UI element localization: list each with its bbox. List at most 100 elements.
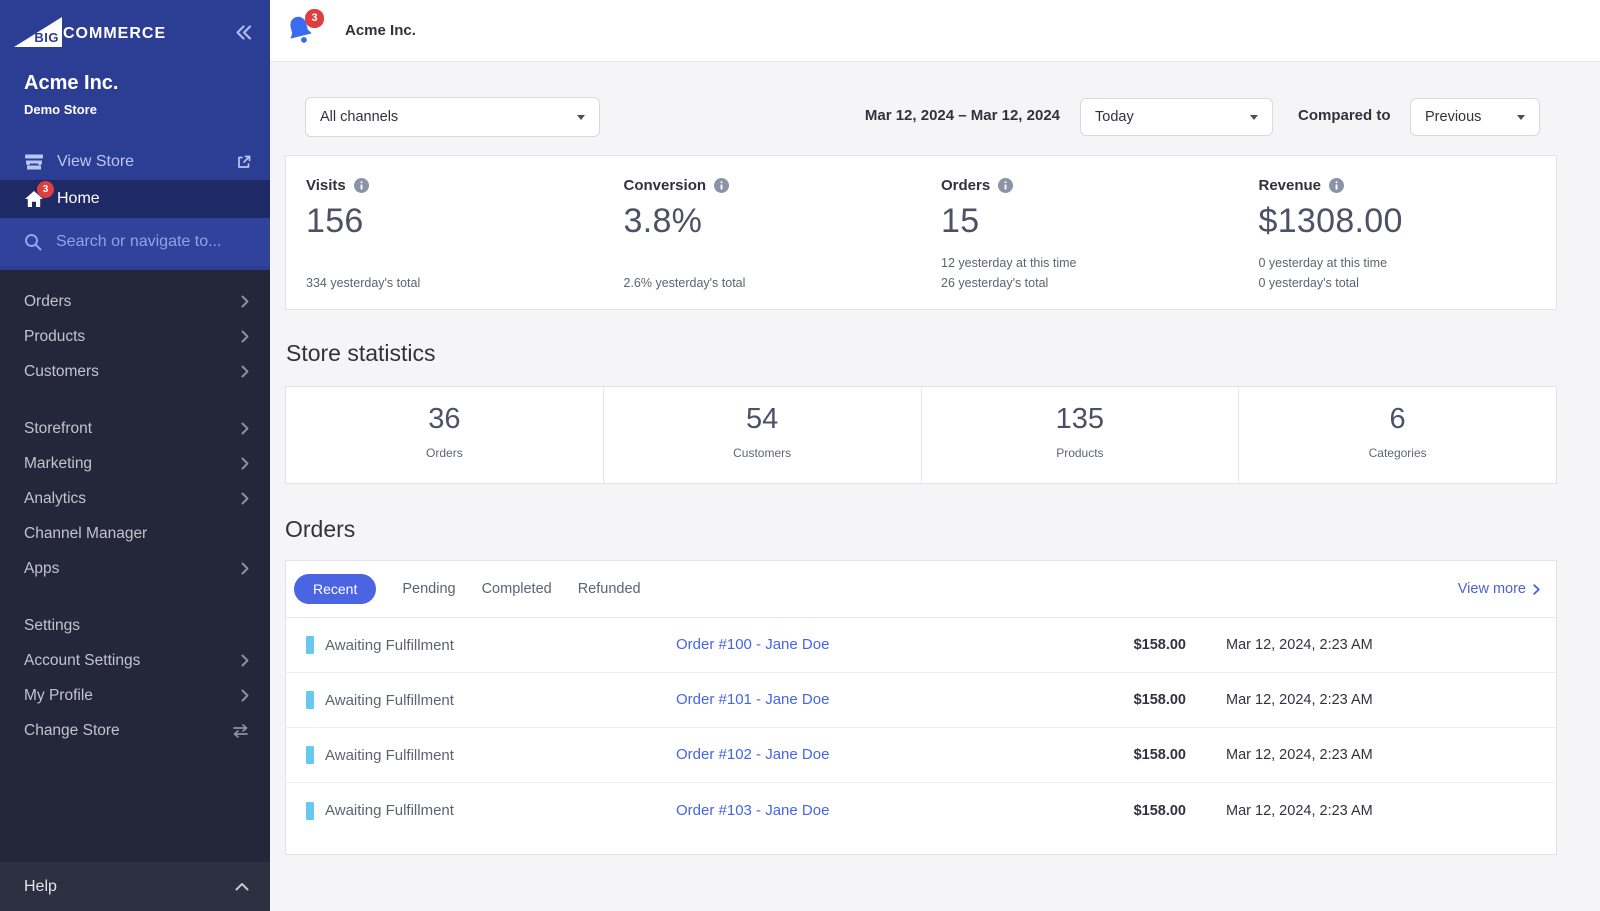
period-select[interactable]: Today [1080, 98, 1273, 136]
sidebar-item-account-settings[interactable]: Account Settings [0, 643, 270, 678]
chevron-right-icon [241, 562, 249, 575]
order-row: Awaiting Fulfillment Order #101 - Jane D… [286, 673, 1556, 728]
order-amount: $158.00 [986, 747, 1186, 763]
home-badge: 3 [37, 181, 54, 198]
view-store-label: View Store [57, 153, 134, 171]
status-indicator [306, 802, 314, 820]
store-name: Acme Inc. [24, 72, 246, 95]
sidebar-item-channel-manager[interactable]: Channel Manager [0, 516, 270, 551]
filter-row: All channels Mar 12, 2024 – Mar 12, 2024… [285, 62, 1557, 155]
notification-badge: 3 [305, 9, 324, 28]
stat-value: 135 [922, 403, 1239, 436]
stat-label: Categories [1239, 446, 1556, 460]
caret-down-icon [1517, 115, 1525, 120]
order-date: Mar 12, 2024, 2:23 AM [1186, 637, 1556, 653]
view-store-button[interactable]: View Store [0, 144, 270, 180]
sidebar: BIG COMMERCE Acme Inc. Demo Store View S… [0, 0, 270, 911]
kpi-conversion: Conversion 3.8% 2.6% yesterday's total [604, 156, 922, 309]
orders-section-title: Orders [285, 516, 1557, 543]
order-link[interactable]: Order #102 - Jane Doe [676, 746, 829, 763]
sidebar-item-products[interactable]: Products [0, 319, 270, 354]
compared-to-label: Compared to [1298, 107, 1391, 124]
nav-group-divider [0, 586, 270, 608]
sidebar-collapse-icon[interactable] [234, 24, 253, 41]
nav-label: Settings [24, 617, 80, 635]
kpi-value: 15 [941, 202, 1229, 241]
order-link[interactable]: Order #103 - Jane Doe [676, 802, 829, 819]
order-amount: $158.00 [986, 692, 1186, 708]
logo-commerce-text: COMMERCE [63, 25, 166, 43]
storefront-icon [24, 153, 44, 171]
stat-customers: 54 Customers [604, 387, 922, 483]
view-more-label: View more [1458, 581, 1526, 597]
sidebar-item-home[interactable]: 3 Home [0, 180, 270, 218]
external-link-icon [236, 154, 252, 170]
order-link[interactable]: Order #101 - Jane Doe [676, 691, 829, 708]
chevron-right-icon [241, 330, 249, 343]
logo-triangle-icon: BIG [14, 17, 62, 47]
info-icon[interactable] [998, 178, 1013, 193]
sidebar-item-customers[interactable]: Customers [0, 354, 270, 389]
sidebar-item-apps[interactable]: Apps [0, 551, 270, 586]
caret-down-icon [1250, 115, 1258, 120]
kpi-revenue: Revenue $1308.00 0 yesterday at this tim… [1239, 156, 1557, 309]
sidebar-item-marketing[interactable]: Marketing [0, 446, 270, 481]
info-icon[interactable] [354, 178, 369, 193]
sidebar-item-change-store[interactable]: Change Store [0, 713, 270, 748]
sidebar-item-settings[interactable]: Settings [0, 608, 270, 643]
kpi-value: $1308.00 [1259, 202, 1547, 241]
chevron-right-icon [241, 689, 249, 702]
swap-arrows-icon [232, 724, 249, 738]
tab-refunded[interactable]: Refunded [578, 581, 641, 597]
tab-recent[interactable]: Recent [294, 574, 376, 604]
bigcommerce-logo: BIG COMMERCE [14, 17, 166, 47]
chevron-right-icon [241, 457, 249, 470]
nav-label: Customers [24, 363, 99, 381]
order-date: Mar 12, 2024, 2:23 AM [1186, 747, 1556, 763]
compare-select-value: Previous [1425, 109, 1481, 125]
sidebar-search-input[interactable]: Search or navigate to... [0, 218, 270, 266]
compare-select[interactable]: Previous [1410, 98, 1540, 136]
date-range-label: Mar 12, 2024 – Mar 12, 2024 [285, 107, 1060, 124]
order-link[interactable]: Order #100 - Jane Doe [676, 636, 829, 653]
status-indicator [306, 746, 314, 764]
kpi-subtext: 12 yesterday at this time [941, 253, 1229, 273]
home-label: Home [57, 190, 100, 208]
tab-completed[interactable]: Completed [482, 581, 552, 597]
stat-categories: 6 Categories [1239, 387, 1556, 483]
sidebar-item-storefront[interactable]: Storefront [0, 411, 270, 446]
order-row: Awaiting Fulfillment Order #102 - Jane D… [286, 728, 1556, 783]
stat-products: 135 Products [922, 387, 1240, 483]
order-amount: $158.00 [986, 637, 1186, 653]
nav-label: Change Store [24, 722, 120, 740]
kpi-band: Visits 156 334 yesterday's total Convers… [285, 155, 1557, 310]
order-status: Awaiting Fulfillment [325, 802, 454, 819]
nav-label: Orders [24, 293, 71, 311]
view-more-link[interactable]: View more [1458, 581, 1540, 597]
kpi-subtext: 0 yesterday's total [1259, 273, 1547, 293]
info-icon[interactable] [1329, 178, 1344, 193]
sidebar-item-my-profile[interactable]: My Profile [0, 678, 270, 713]
order-row: Awaiting Fulfillment Order #103 - Jane D… [286, 783, 1556, 838]
tab-pending[interactable]: Pending [402, 581, 455, 597]
top-header: 3 Acme Inc. [270, 0, 1600, 62]
stat-orders: 36 Orders [286, 387, 604, 483]
stat-value: 36 [286, 403, 603, 436]
info-icon[interactable] [714, 178, 729, 193]
chevron-right-icon [241, 295, 249, 308]
kpi-visits: Visits 156 334 yesterday's total [286, 156, 604, 309]
kpi-value: 3.8% [624, 202, 912, 241]
kpi-orders: Orders 15 12 yesterday at this time 26 y… [921, 156, 1239, 309]
sidebar-item-orders[interactable]: Orders [0, 284, 270, 319]
status-indicator [306, 691, 314, 709]
logo-big-text: BIG [34, 30, 59, 45]
kpi-subtext: 334 yesterday's total [306, 273, 594, 293]
home-icon: 3 [24, 190, 44, 208]
nav-label: Storefront [24, 420, 92, 438]
notifications-bell-icon[interactable]: 3 [286, 15, 316, 47]
sidebar-item-analytics[interactable]: Analytics [0, 481, 270, 516]
kpi-label: Orders [941, 177, 990, 194]
stat-value: 54 [604, 403, 921, 436]
search-icon [24, 233, 42, 251]
help-button[interactable]: Help [0, 862, 270, 911]
